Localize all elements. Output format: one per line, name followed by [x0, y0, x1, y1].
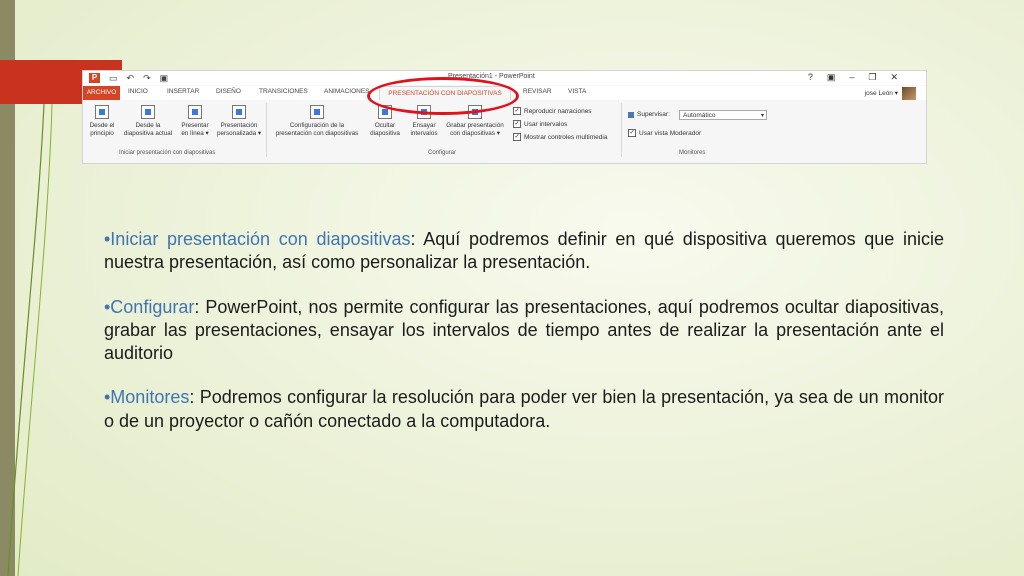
bullet-term: •Monitores — [104, 387, 190, 408]
from-current-slide-button[interactable]: Desde la diapositiva actual — [123, 105, 173, 138]
monitor-label: Supervisar: — [628, 111, 670, 118]
undo-icon[interactable]: ↶ — [127, 73, 135, 83]
monitor-icon — [628, 111, 634, 118]
checkbox-box: ✓ — [628, 129, 636, 137]
present-online-label-2: en línea ▾ — [181, 130, 209, 137]
close-button[interactable]: ✕ — [890, 72, 898, 83]
tab-inicio[interactable]: INICIO — [128, 88, 148, 95]
tab-insertar[interactable]: INSERTAR — [167, 88, 199, 95]
powerpoint-logo-icon: P — [89, 73, 100, 83]
bullet-text: : PowerPoint, nos permite configurar las… — [104, 296, 944, 364]
bullet-text: : Podremos configurar la resolución para… — [104, 387, 944, 431]
from-current-label-1: Desde la — [135, 122, 161, 129]
redo-icon[interactable]: ↷ — [143, 73, 151, 83]
group-separator — [266, 103, 267, 157]
presenter-view-label: Usar vista Moderador — [639, 129, 702, 137]
slideshow-start-icon — [95, 105, 109, 119]
use-timings-checkbox[interactable]: ✓ Usar intervalos — [513, 120, 567, 128]
current-slide-icon — [141, 105, 155, 119]
monitor-label-text: Supervisar: — [637, 111, 670, 118]
setup-show-label-1: Configuración de la — [289, 122, 345, 129]
hide-slide-label-1: Ocultar — [374, 122, 396, 129]
minimize-button[interactable]: – — [849, 72, 854, 83]
monitor-select[interactable]: Automático ▾ — [679, 110, 767, 120]
custom-show-label-1: Presentación — [220, 122, 258, 129]
help-button[interactable]: ? — [808, 72, 813, 83]
setup-show-button[interactable]: Configuración de la presentación con dia… — [269, 105, 365, 138]
bullet-monitors: •Monitores: Podremos configurar la resol… — [104, 386, 944, 433]
custom-show-icon — [232, 105, 246, 119]
ribbon-display-button[interactable]: ▣ — [827, 72, 836, 83]
bullet-configure: •Configurar: PowerPoint, nos permite con… — [104, 296, 944, 366]
chevron-down-icon: ▾ — [760, 113, 764, 119]
play-narrations-checkbox[interactable]: ✓ Reproducir narraciones — [513, 107, 592, 115]
save-icon[interactable]: ▭ — [109, 73, 118, 83]
tab-revisar[interactable]: REVISAR — [523, 88, 552, 95]
from-current-label-2: diapositiva actual — [123, 130, 173, 137]
rehearse-label-1: Ensayar — [412, 122, 436, 129]
bullet-term: •Iniciar presentación con diapositivas — [104, 229, 411, 249]
tab-animaciones[interactable]: ANIMACIONES — [324, 88, 370, 95]
group-label-start: Iniciar presentación con diapositivas — [119, 150, 216, 156]
bullet-term: •Configurar — [104, 296, 195, 317]
group-separator — [621, 103, 622, 157]
tab-diseno[interactable]: DISEÑO — [216, 88, 241, 95]
use-timings-label: Usar intervalos — [524, 120, 568, 128]
tab-transiciones[interactable]: TRANSICIONES — [259, 88, 308, 95]
group-label-monitors: Monitores — [679, 150, 706, 156]
decorative-stalk — [7, 103, 53, 576]
globe-icon — [188, 105, 202, 119]
custom-show-label-2: personalizada ▾ — [216, 130, 262, 137]
quick-access-toolbar: P ▭ ↶ ↷ ▣ — [89, 73, 168, 83]
hide-slide-label-2: diapositiva — [370, 130, 400, 137]
window-controls: ? ▣ – ❐ ✕ — [808, 72, 898, 83]
show-media-controls-label: Mostrar controles multimedia — [524, 133, 608, 141]
highlight-circle — [367, 77, 519, 115]
start-icon[interactable]: ▣ — [160, 73, 169, 83]
bullet-start: •Iniciar presentación con diapositivas: … — [104, 228, 944, 275]
record-label-1: Grabar presentación — [446, 122, 504, 129]
slide-body: •Iniciar presentación con diapositivas : … — [104, 228, 944, 454]
rehearse-label-2: intervalos — [410, 130, 438, 137]
from-beginning-label-2: principio — [90, 130, 114, 137]
play-narrations-label: Reproducir narraciones — [524, 107, 592, 115]
group-label-configure: Configurar — [428, 150, 457, 156]
restore-button[interactable]: ❐ — [868, 72, 876, 83]
setup-show-icon — [310, 105, 324, 119]
checkbox-box: ✓ — [513, 120, 521, 128]
presenter-view-checkbox[interactable]: ✓ Usar vista Moderador — [628, 129, 701, 137]
tab-archivo[interactable]: ARCHIVO — [83, 86, 120, 100]
checkbox-box: ✓ — [513, 107, 521, 115]
present-online-button[interactable]: Presentar en línea ▾ — [176, 105, 214, 138]
custom-show-button[interactable]: Presentación personalizada ▾ — [216, 105, 262, 138]
show-media-controls-checkbox[interactable]: ✓ Mostrar controles multimedia — [513, 133, 607, 141]
record-label-2: con diapositivas ▾ — [450, 130, 500, 137]
setup-show-label-2: presentación con diapositivas — [275, 130, 359, 137]
monitor-select-value: Automático — [683, 112, 716, 119]
present-online-label-1: Presentar — [181, 122, 209, 129]
tab-vista[interactable]: VISTA — [568, 88, 586, 95]
title-bar: P ▭ ↶ ↷ ▣ Presentación1 - PowerPoint ? ▣… — [83, 71, 926, 85]
from-beginning-button[interactable]: Desde el principio — [87, 105, 117, 138]
checkbox-box: ✓ — [513, 133, 521, 141]
avatar — [902, 87, 916, 100]
ribbon-body: Desde el principio Desde la diapositiva … — [83, 101, 926, 163]
from-beginning-label-1: Desde el — [89, 122, 115, 129]
user-name[interactable]: jose León ▾ — [865, 89, 898, 97]
